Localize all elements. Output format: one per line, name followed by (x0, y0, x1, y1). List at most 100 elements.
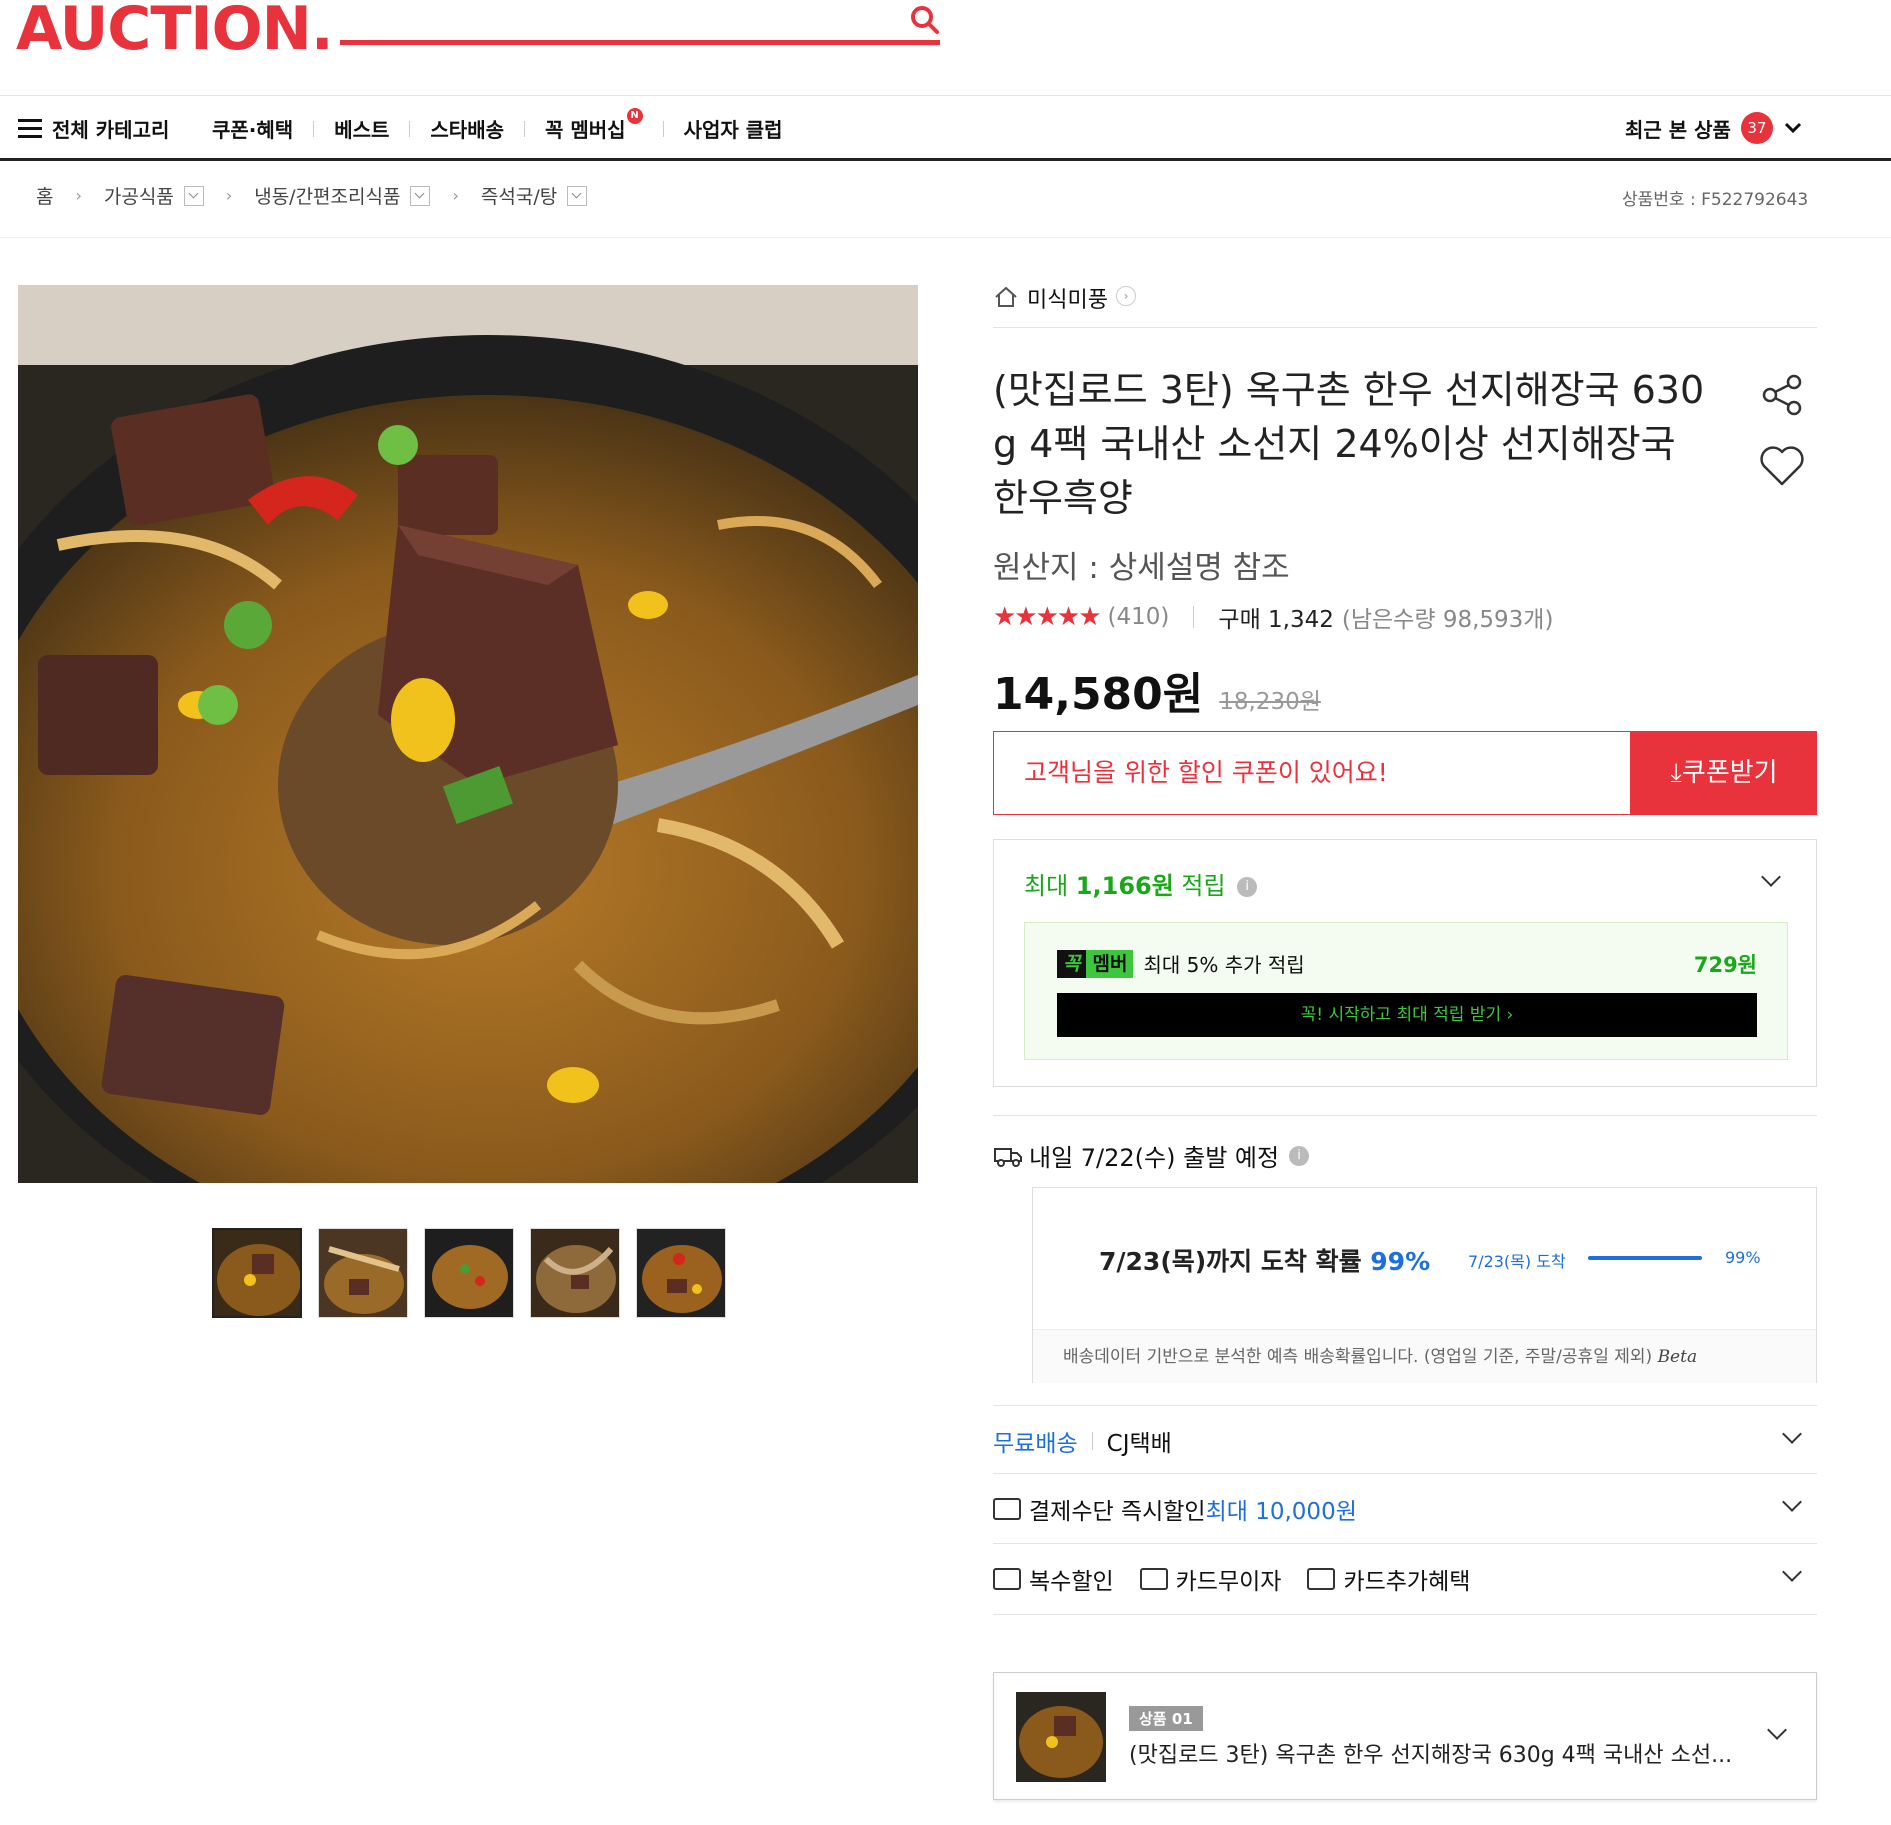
price-row: 14,580원 18,230원 (993, 658, 1817, 722)
nav-membership[interactable]: 꼭 멤버십N (545, 108, 643, 143)
departure-text: 내일 7/22(수) 출발 예정 (1029, 1144, 1280, 1172)
review-count[interactable]: (410) (1108, 604, 1170, 630)
info-icon[interactable]: i (1237, 877, 1258, 897)
points-amount: 1,166원 (1075, 872, 1174, 900)
auction-logo[interactable]: AUCTION. (16, 0, 334, 64)
thumbnail[interactable] (636, 1228, 726, 1318)
divider (993, 1115, 1817, 1116)
breadcrumb-item[interactable]: 즉석국/탕 (481, 182, 557, 209)
thumbnail-strip (212, 1228, 726, 1318)
original-price: 18,230원 (1219, 689, 1321, 715)
chevron-down-icon[interactable] (1761, 867, 1781, 887)
probability-footnote: 배송데이터 기반으로 분석한 예측 배송확률입니다. (영업일 기준, 주말/공… (1033, 1329, 1816, 1383)
nav-divider (409, 120, 411, 137)
footnote-text: 배송데이터 기반으로 분석한 예측 배송확률입니다. (영업일 기준, 주말/공… (1063, 1347, 1653, 1367)
carrier-label: CJ택배 (1106, 1431, 1172, 1457)
search-bar-underline[interactable] (340, 40, 940, 45)
coupon-message: 고객님을 위한 할인 쿠폰이 있어요! (993, 731, 1631, 815)
nav-star-delivery[interactable]: 스타배송 (430, 114, 504, 143)
heart-icon[interactable] (1758, 444, 1806, 488)
origin-info: 원산지 : 상세설명 참조 (993, 550, 1290, 586)
all-categories-button[interactable]: 전체 카테고리 (18, 114, 169, 143)
divider (993, 1405, 1817, 1406)
chevron-down-icon[interactable] (1767, 1720, 1787, 1740)
new-badge: N (626, 108, 643, 124)
payment-discount-label: 결제수단 즉시할인 (1029, 1499, 1206, 1525)
card-benefits-row[interactable]: 복수할인 카드무이자 카드추가혜택 (993, 1545, 1817, 1613)
seller-name: 미식미풍 (1027, 288, 1108, 313)
multi-discount-icon (993, 1568, 1021, 1590)
breadcrumb-item[interactable]: 가공식품 (104, 182, 174, 209)
thumbnail[interactable] (212, 1228, 302, 1318)
divider (993, 1614, 1817, 1615)
thumbnail[interactable] (318, 1228, 408, 1318)
points-header[interactable]: 최대 1,166원 적립 i (1024, 866, 1258, 901)
badge-member: 멤버 (1086, 949, 1134, 978)
coupon-row: 고객님을 위한 할인 쿠폰이 있어요! ⤓쿠폰받기 (993, 731, 1817, 815)
divider (993, 1543, 1817, 1544)
chevron-down-icon (1784, 122, 1801, 134)
thumbnail[interactable] (424, 1228, 514, 1318)
dropdown-icon[interactable] (410, 185, 431, 206)
membership-start-button[interactable]: 꼭! 시작하고 최대 적립 받기 › (1057, 993, 1757, 1037)
membership-text: 최대 5% 추가 적립 (1143, 953, 1305, 977)
get-coupon-label: 쿠폰받기 (1681, 758, 1778, 788)
shipping-departure: 내일 7/22(수) 출발 예정 i (993, 1138, 1817, 1173)
badge-ggok: 꼭 (1057, 949, 1087, 978)
divider (1091, 1432, 1093, 1450)
points-prefix: 최대 (1024, 872, 1076, 900)
beta-label: Beta (1657, 1347, 1698, 1367)
chevron-right-icon: › (225, 186, 233, 205)
title-line: g 4팩 국내산 소선지 24%이상 선지해장국 (993, 422, 1676, 466)
nav-divider (662, 120, 664, 137)
global-nav: 전체 카테고리 쿠폰·혜택 베스트 스타배송 꼭 멤버십N 사업자 클럽 최근 … (0, 95, 1891, 161)
shipping-fee-row[interactable]: 무료배송 CJ택배 (993, 1407, 1817, 1475)
free-shipping-label: 무료배송 (993, 1431, 1078, 1457)
nav-best[interactable]: 베스트 (334, 114, 389, 143)
title-line: (맛집로드 3탄) 옥구촌 한우 선지해장국 630 (993, 368, 1705, 412)
membership-badge: 꼭 멤버 (1057, 949, 1134, 978)
chevron-down-icon[interactable] (1782, 1492, 1802, 1512)
card-plus-icon (1307, 1568, 1336, 1590)
purchase-count: 구매 1,342 (1218, 607, 1334, 633)
delivery-probability-box: 7/23(목)까지 도착 확률 99% 7/23(목) 도착 99% 배송데이터… (1032, 1187, 1817, 1383)
dropdown-icon[interactable] (183, 185, 204, 206)
probability-text: 7/23(목)까지 도착 확률 (1099, 1247, 1371, 1276)
recent-count-badge: 37 (1740, 112, 1773, 144)
nav-coupon[interactable]: 쿠폰·혜택 (212, 114, 293, 143)
option-tag: 상품 01 (1129, 1706, 1203, 1731)
thumbnail[interactable] (530, 1228, 620, 1318)
share-icon[interactable] (1760, 373, 1804, 417)
product-title: (맛집로드 3탄) 옥구촌 한우 선지해장국 630 g 4팩 국내산 소선지 … (993, 363, 1723, 525)
search-icon[interactable] (908, 3, 942, 37)
recent-viewed-button[interactable]: 최근 본 상품 37 (1625, 112, 1803, 144)
payment-discount-amount: 최대 10,000원 (1205, 1499, 1357, 1525)
card-benefit-label: 카드추가혜택 (1343, 1569, 1471, 1595)
dropdown-icon[interactable] (567, 185, 588, 206)
product-main-image[interactable] (18, 285, 918, 1183)
chevron-down-icon[interactable] (1782, 1424, 1802, 1444)
nav-membership-label: 꼭 멤버십 (545, 118, 626, 142)
option-name: (맛집로드 3탄) 옥구촌 한우 선지해장국 630g 4팩 국내산 소선... (1129, 1743, 1733, 1768)
breadcrumb-item[interactable]: 냉동/간편조리식품 (254, 182, 400, 209)
chevron-right-icon: › (75, 186, 82, 205)
product-number: 상품번호 : F522792643 (1622, 190, 1809, 210)
chevron-down-icon[interactable] (1782, 1562, 1802, 1582)
recent-viewed-label: 최근 본 상품 (1625, 117, 1731, 142)
info-icon[interactable]: i (1289, 1145, 1310, 1166)
download-icon: ⤓ (1670, 758, 1682, 788)
nav-divider (313, 120, 315, 137)
nav-business-club[interactable]: 사업자 클럽 (684, 114, 783, 143)
membership-amount: 729원 (1693, 953, 1757, 977)
divider (0, 237, 1891, 238)
seller-shop-link[interactable]: 미식미풍 › (993, 282, 1817, 328)
option-selector[interactable]: 상품 01 (맛집로드 3탄) 옥구촌 한우 선지해장국 630g 4팩 국내산… (993, 1672, 1817, 1800)
all-categories-label: 전체 카테고리 (52, 118, 170, 142)
breadcrumb-home[interactable]: 홈 (36, 182, 53, 209)
points-panel: 최대 1,166원 적립 i 꼭 멤버 최대 5% 추가 적립 729원 꼭! 시… (993, 839, 1817, 1087)
hamburger-icon (18, 118, 42, 139)
multi-discount-label: 복수할인 (1029, 1569, 1114, 1595)
get-coupon-button[interactable]: ⤓쿠폰받기 (1631, 731, 1817, 815)
payment-discount-row[interactable]: 결제수단 즉시할인 최대 10,000원 (993, 1475, 1817, 1543)
truck-icon (994, 1147, 1022, 1167)
